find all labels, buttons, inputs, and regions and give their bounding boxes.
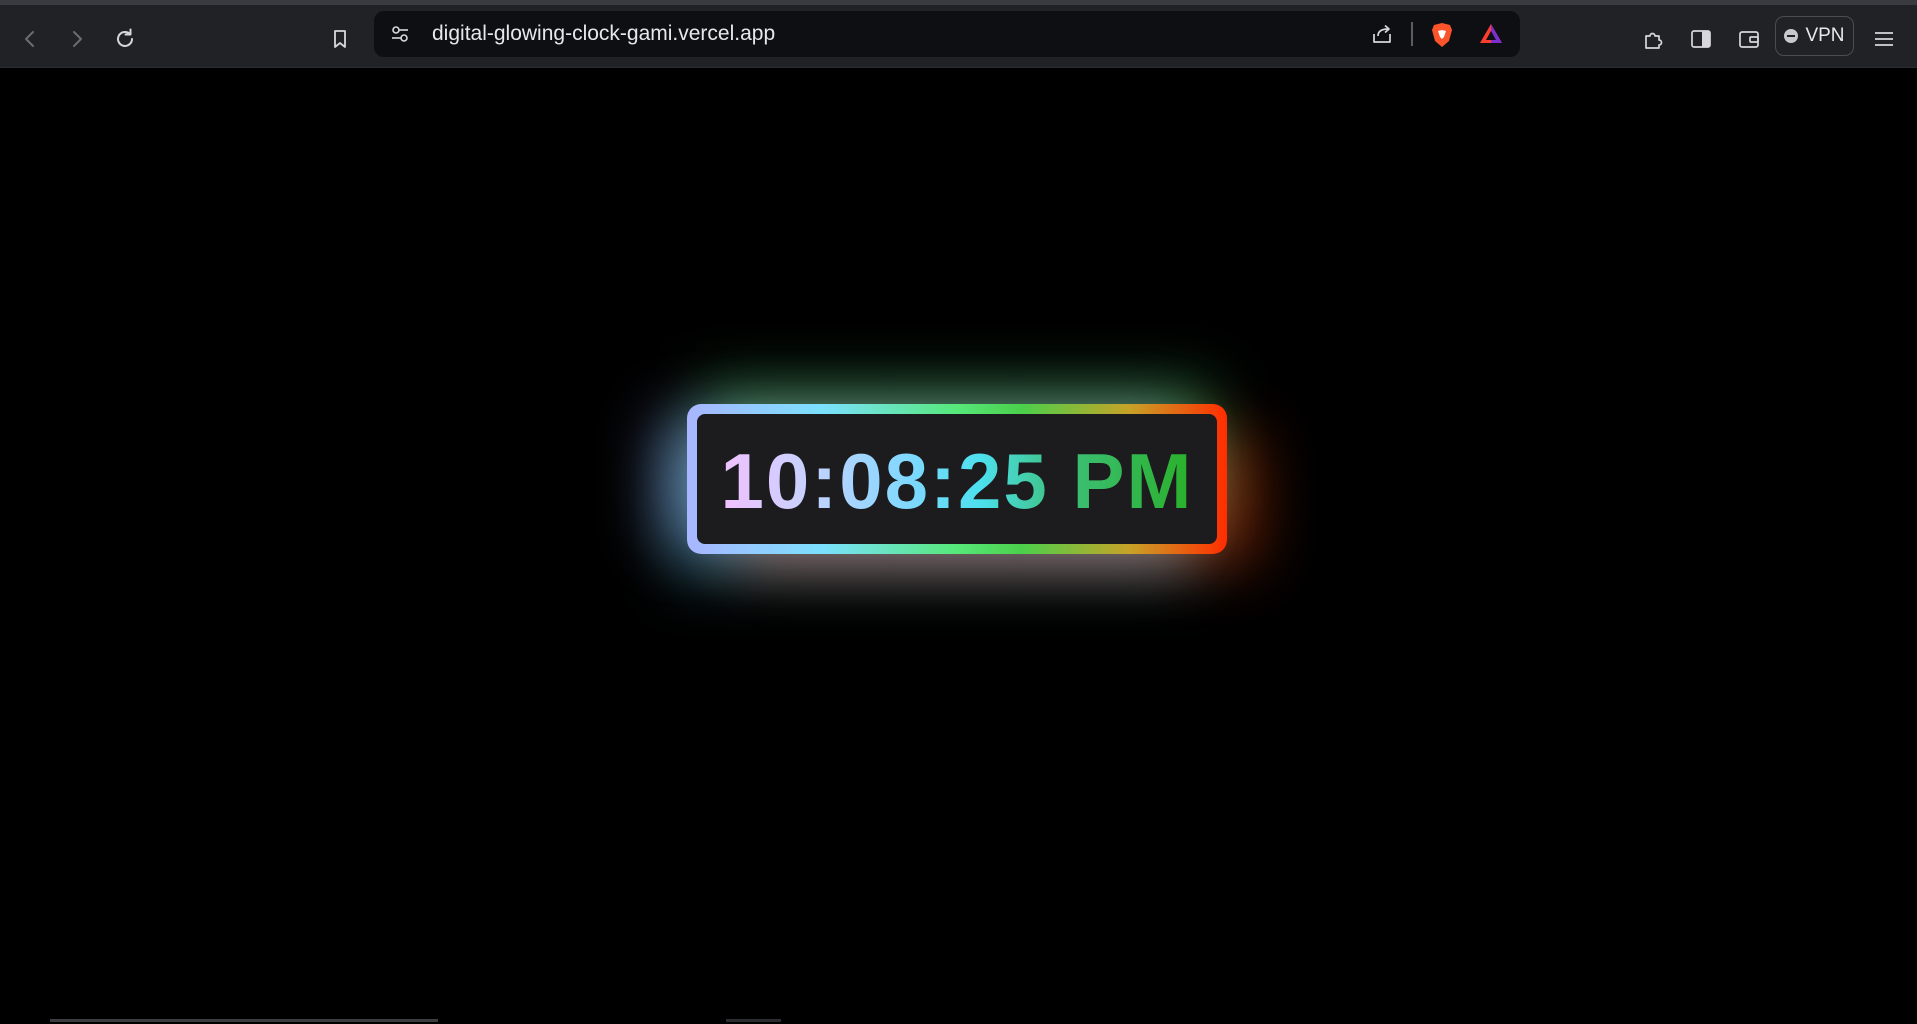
bookmark-button[interactable] bbox=[322, 21, 358, 57]
brave-shields-icon[interactable] bbox=[1430, 22, 1454, 47]
sidebar-button[interactable] bbox=[1683, 21, 1719, 57]
forward-icon bbox=[66, 28, 88, 50]
horizontal-scrollbar-thumb[interactable] bbox=[50, 1019, 438, 1022]
menu-icon bbox=[1872, 27, 1896, 51]
clock-display: 10:08:25 PM bbox=[697, 414, 1217, 544]
browser-toolbar: digital-glowing-clock-gami.vercel.app VP… bbox=[0, 5, 1917, 68]
back-button[interactable] bbox=[12, 21, 48, 57]
forward-button[interactable] bbox=[59, 21, 95, 57]
extensions-button[interactable] bbox=[1635, 21, 1671, 57]
wallet-icon bbox=[1737, 27, 1761, 51]
address-bar[interactable]: digital-glowing-clock-gami.vercel.app bbox=[374, 11, 1520, 57]
url-divider bbox=[1411, 22, 1413, 46]
extensions-icon bbox=[1641, 27, 1665, 51]
back-icon bbox=[19, 28, 41, 50]
vpn-status-icon bbox=[1784, 29, 1799, 43]
vpn-button[interactable]: VPN bbox=[1775, 16, 1854, 56]
vpn-label: VPN bbox=[1805, 25, 1845, 46]
clock-time: 10:08:25 PM bbox=[720, 436, 1194, 525]
wallet-button[interactable] bbox=[1731, 21, 1767, 57]
sidebar-icon bbox=[1689, 27, 1713, 51]
bookmark-icon bbox=[329, 28, 351, 50]
url-text[interactable]: digital-glowing-clock-gami.vercel.app bbox=[432, 11, 775, 57]
horizontal-scrollbar-marker bbox=[726, 1019, 781, 1022]
share-icon[interactable] bbox=[1370, 22, 1394, 46]
reload-button[interactable] bbox=[107, 21, 143, 57]
menu-button[interactable] bbox=[1866, 21, 1902, 57]
brave-rewards-icon[interactable] bbox=[1478, 22, 1502, 46]
glowing-clock-frame: 10:08:25 PM bbox=[687, 404, 1227, 554]
reload-icon bbox=[113, 27, 137, 51]
site-settings-icon[interactable] bbox=[388, 22, 412, 46]
